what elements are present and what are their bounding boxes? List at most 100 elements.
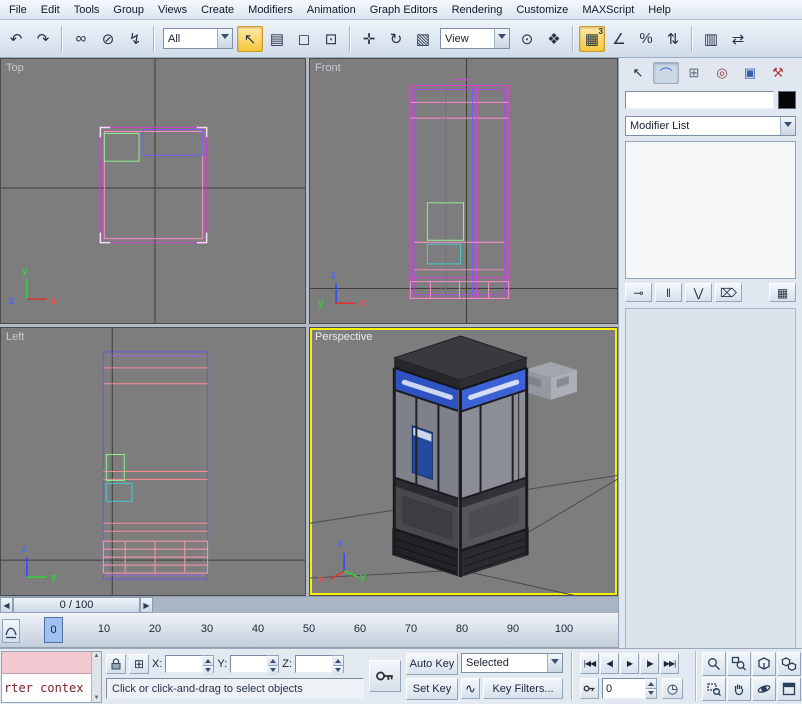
set-keys-button[interactable]: [369, 660, 401, 692]
selection-filter-dropdown[interactable]: All: [163, 28, 233, 49]
z-spinner[interactable]: [333, 655, 344, 673]
time-configuration-button[interactable]: ◷: [662, 678, 683, 699]
selection-set-dropdown[interactable]: Selected: [461, 653, 563, 673]
modifier-stack-toolbar: ⊸ ‖ ⋁ ⌦ ▦: [625, 283, 796, 302]
current-frame-field[interactable]: [602, 678, 646, 699]
remove-modifier-button[interactable]: ⌦: [715, 283, 742, 302]
undo-icon: ↶: [10, 30, 23, 48]
go-to-end-button[interactable]: ▶▶|: [660, 653, 679, 674]
modifier-list-dropdown[interactable]: Modifier List: [625, 116, 796, 136]
show-end-result-button[interactable]: ‖: [655, 283, 682, 302]
maximize-viewport-toggle[interactable]: [777, 677, 801, 701]
z-coordinate-field[interactable]: [295, 655, 333, 673]
key-filters-button[interactable]: Key Filters...: [483, 678, 563, 699]
play-button[interactable]: ▶: [620, 653, 639, 674]
selection-set-value: Selected: [462, 654, 547, 672]
undo-button[interactable]: ↶: [3, 26, 29, 52]
menu-item-customize[interactable]: Customize: [509, 1, 575, 19]
time-slider-handle[interactable]: 0 / 100: [13, 597, 140, 613]
go-to-start-button[interactable]: |◀◀: [580, 653, 599, 674]
open-mini-curve-editor-button[interactable]: [2, 619, 20, 643]
tab-motion[interactable]: ◎: [709, 62, 735, 84]
viewport-front[interactable]: Front z x y: [309, 58, 618, 324]
select-by-name-button[interactable]: ▤: [264, 26, 290, 52]
make-unique-button[interactable]: ⋁: [685, 283, 712, 302]
spinner-snap-toggle[interactable]: ⇅: [660, 26, 686, 52]
unlink-selection-button[interactable]: ⊘: [95, 26, 121, 52]
bind-to-spacewarp-button[interactable]: ↯: [122, 26, 148, 52]
auto-key-button[interactable]: Auto Key: [406, 653, 458, 675]
tab-display[interactable]: ▣: [737, 62, 763, 84]
next-frame-button[interactable]: |▶: [640, 653, 659, 674]
menu-bar: File Edit Tools Group Views Create Modif…: [0, 0, 802, 20]
y-spinner[interactable]: [268, 655, 279, 673]
listener-input-pane[interactable]: rter contex: [2, 674, 91, 702]
macro-recorder-pane[interactable]: [2, 652, 91, 674]
listener-scrollbar[interactable]: ▲▼: [91, 652, 101, 702]
menu-item-animation[interactable]: Animation: [300, 1, 363, 19]
maxscript-mini-listener[interactable]: rter contex ▲▼: [1, 651, 102, 703]
tab-hierarchy[interactable]: ⊞: [681, 62, 707, 84]
y-coordinate-field[interactable]: [230, 655, 268, 673]
use-center-button[interactable]: ⊙: [514, 26, 540, 52]
time-slider-prev-arrow[interactable]: ◀: [0, 597, 13, 613]
select-object-button[interactable]: ↖: [237, 26, 263, 52]
select-and-link-button[interactable]: ∞: [68, 26, 94, 52]
selection-lock-toggle[interactable]: [106, 654, 126, 674]
current-frame-marker[interactable]: 0: [44, 617, 63, 643]
redo-button[interactable]: ↷: [30, 26, 56, 52]
key-mode-toggle[interactable]: [580, 678, 599, 699]
x-coordinate-field[interactable]: [165, 655, 203, 673]
window-crossing-toggle[interactable]: ⊡: [318, 26, 344, 52]
menu-item-group[interactable]: Group: [106, 1, 151, 19]
frame-spinner[interactable]: [646, 678, 657, 699]
set-key-button[interactable]: Set Key: [406, 678, 458, 700]
tab-create[interactable]: ↖: [625, 62, 651, 84]
tab-utilities[interactable]: ⚒: [765, 62, 791, 84]
configure-modifier-sets-button[interactable]: ▦: [769, 283, 796, 302]
menu-item-modifiers[interactable]: Modifiers: [241, 1, 300, 19]
zoom-extents-button[interactable]: [752, 652, 776, 676]
reference-coordinate-system-dropdown[interactable]: View: [440, 28, 510, 49]
select-and-manipulate-button[interactable]: ❖: [541, 26, 567, 52]
menu-item-graph-editors[interactable]: Graph Editors: [363, 1, 445, 19]
select-and-scale-button[interactable]: ▧: [410, 26, 436, 52]
viewport-perspective[interactable]: Perspective z x y: [309, 327, 618, 596]
arc-rotate-button[interactable]: [752, 677, 776, 701]
menu-item-rendering[interactable]: Rendering: [445, 1, 510, 19]
zoom-extents-all-button[interactable]: [777, 652, 801, 676]
tab-modify[interactable]: ⌒: [653, 62, 679, 84]
zoom-all-button[interactable]: [727, 652, 751, 676]
rectangular-selection-region-button[interactable]: ◻: [291, 26, 317, 52]
mirror-button[interactable]: ⇄: [725, 26, 751, 52]
menu-item-maxscript[interactable]: MAXScript: [575, 1, 641, 19]
menu-item-tools[interactable]: Tools: [67, 1, 107, 19]
tangent-wave-icon: ∿: [465, 681, 476, 697]
previous-frame-button[interactable]: ◀|: [600, 653, 619, 674]
time-slider-next-arrow[interactable]: ▶: [140, 597, 153, 613]
select-and-move-button[interactable]: ✛: [356, 26, 382, 52]
zoom-button[interactable]: [702, 652, 726, 676]
angle-snap-toggle[interactable]: ∠: [606, 26, 632, 52]
absolute-offset-mode-toggle[interactable]: ⊞: [129, 654, 149, 674]
select-and-rotate-button[interactable]: ↻: [383, 26, 409, 52]
viewport-top[interactable]: Top y x z: [0, 58, 306, 324]
object-name-input[interactable]: [625, 91, 774, 109]
modifier-stack-list[interactable]: [625, 141, 796, 279]
menu-item-edit[interactable]: Edit: [34, 1, 67, 19]
pin-stack-button[interactable]: ⊸: [625, 283, 652, 302]
zoom-region-button[interactable]: [702, 677, 726, 701]
object-color-swatch[interactable]: [778, 91, 796, 109]
menu-item-file[interactable]: File: [2, 1, 34, 19]
menu-item-help[interactable]: Help: [641, 1, 678, 19]
menu-item-create[interactable]: Create: [194, 1, 241, 19]
percent-snap-toggle[interactable]: %: [633, 26, 659, 52]
default-tangent-button[interactable]: ∿: [461, 678, 480, 699]
viewport-left[interactable]: Left z y: [0, 327, 306, 596]
named-selection-sets-button[interactable]: ▥: [698, 26, 724, 52]
x-spinner[interactable]: [203, 655, 214, 673]
snap-toggle-button[interactable]: ▦3: [579, 26, 605, 52]
menu-item-views[interactable]: Views: [151, 1, 194, 19]
pan-button[interactable]: [727, 677, 751, 701]
current-frame-field-group: [602, 678, 657, 699]
